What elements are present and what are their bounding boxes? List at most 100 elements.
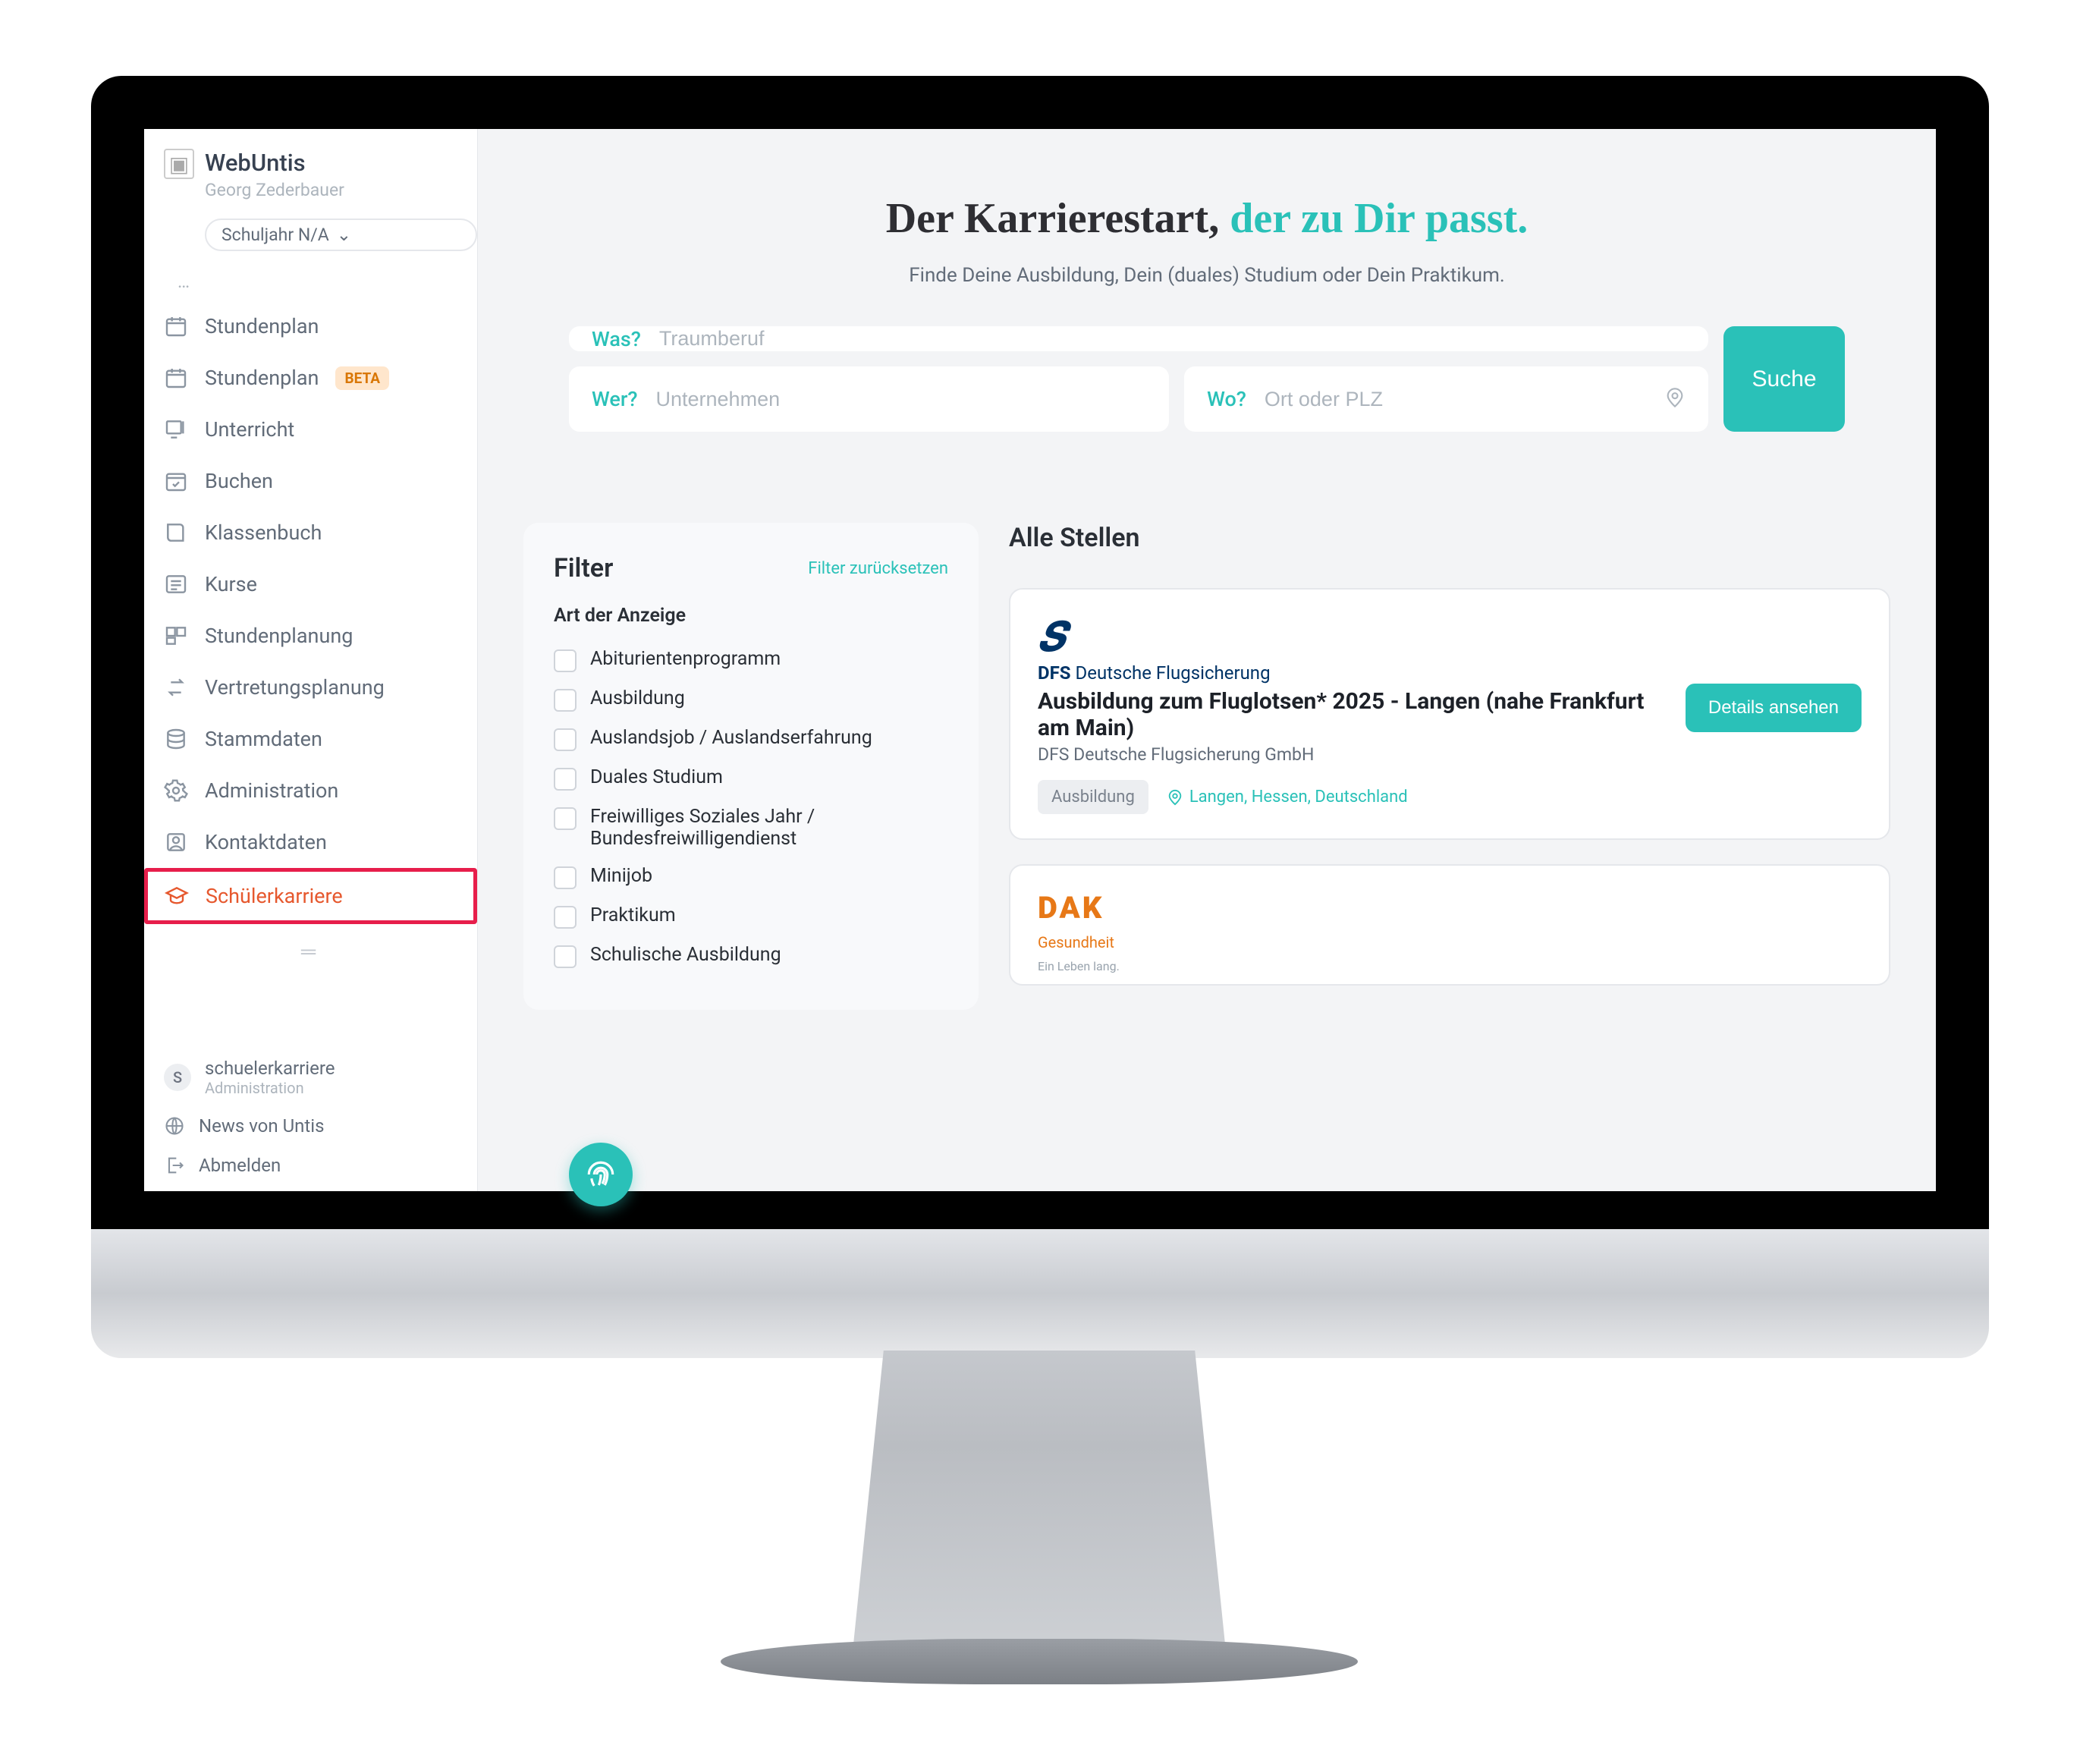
- filter-option-5[interactable]: Minijob: [554, 857, 948, 897]
- checkbox-icon[interactable]: [554, 906, 577, 929]
- planning-icon: [164, 624, 188, 648]
- fingerprint-icon: [585, 1159, 617, 1190]
- sidebar-item-kurse[interactable]: Kurse: [144, 558, 477, 610]
- sidebar-collapse-icon[interactable]: ═: [144, 924, 477, 979]
- beta-badge: BETA: [335, 366, 389, 390]
- checkbox-icon[interactable]: [554, 689, 577, 712]
- company-logo-dak: DAK Gesundheit Ein Leben lang.: [1038, 890, 1862, 973]
- job-card-1[interactable]: DAK Gesundheit Ein Leben lang.: [1009, 864, 1890, 986]
- field-wo[interactable]: Wo?: [1184, 366, 1708, 432]
- sidebar-item-administration[interactable]: Administration: [144, 765, 477, 816]
- nav-label: Kurse: [205, 572, 257, 596]
- app-title: WebUntis: [205, 149, 344, 177]
- app-root: ▣ WebUntis Georg Zederbauer Schuljahr N/…: [144, 129, 1936, 1191]
- graduation-cap-icon: [165, 884, 189, 908]
- contact-icon: [164, 830, 188, 854]
- checkbox-icon[interactable]: [554, 945, 577, 968]
- job-meta: Ausbildung Langen, Hessen, Deutschland: [1038, 780, 1862, 814]
- nav-label: Schülerkarriere: [206, 884, 343, 908]
- hero: Der Karrierestart, der zu Dir passt. Fin…: [478, 129, 1936, 485]
- company-logo-dfs: 𝑺: [1038, 614, 1862, 661]
- filter-panel: Filter Filter zurücksetzen Art der Anzei…: [523, 523, 979, 1010]
- chevron-down-icon: ⌄: [337, 225, 351, 245]
- footer-logout[interactable]: Abmelden: [144, 1146, 477, 1185]
- checkbox-icon[interactable]: [554, 649, 577, 672]
- sidebar-item-unterricht[interactable]: Unterricht: [144, 404, 477, 455]
- company-logo-caption: DFS Deutsche Flugsicherung: [1038, 662, 1862, 684]
- footer-news-label: News von Untis: [199, 1115, 324, 1137]
- list-icon: [164, 572, 188, 596]
- sidebar-item-stundenplanung[interactable]: Stundenplanung: [144, 610, 477, 662]
- filter-option-3[interactable]: Duales Studium: [554, 759, 948, 798]
- nav-list: … Stundenplan Stundenplan BETA: [144, 263, 477, 924]
- logo-placeholder-icon: ▣: [164, 149, 194, 179]
- checkbox-icon[interactable]: [554, 768, 577, 791]
- field-wo-label: Wo?: [1207, 387, 1246, 411]
- footer-logout-label: Abmelden: [199, 1155, 281, 1176]
- filter-option-7[interactable]: Schulische Ausbildung: [554, 936, 948, 976]
- results-heading: Alle Stellen: [1009, 523, 1890, 553]
- job-title: Ausbildung zum Fluglotsen* 2025 - Langen…: [1038, 688, 1663, 741]
- filter-option-2[interactable]: Auslandsjob / Auslandserfahrung: [554, 719, 948, 759]
- search-wer-input[interactable]: [655, 387, 1147, 412]
- sidebar-item-vertretungsplanung[interactable]: Vertretungsplanung: [144, 662, 477, 713]
- nav-item-truncated: …: [144, 263, 477, 300]
- sidebar-item-stundenplan[interactable]: Stundenplan: [144, 300, 477, 352]
- filter-option-1[interactable]: Ausbildung: [554, 680, 948, 719]
- sidebar-item-kontaktdaten[interactable]: Kontaktdaten: [144, 816, 477, 868]
- footer-user[interactable]: S schuelerkarriere Administration: [144, 1049, 477, 1106]
- sidebar: ▣ WebUntis Georg Zederbauer Schuljahr N/…: [144, 129, 478, 1191]
- search-was-input[interactable]: [658, 326, 1686, 351]
- sidebar-footer: S schuelerkarriere Administration News v…: [144, 1039, 477, 1191]
- hero-heading: Der Karrierestart, der zu Dir passt.: [569, 194, 1845, 243]
- logout-icon: [164, 1155, 185, 1176]
- search-wo-input[interactable]: [1263, 387, 1648, 412]
- job-company: DFS Deutsche Flugsicherung GmbH: [1038, 744, 1663, 765]
- school-year-selector[interactable]: Schuljahr N/A ⌄: [205, 219, 477, 251]
- checkbox-icon[interactable]: [554, 866, 577, 889]
- job-location: Langen, Hessen, Deutschland: [1167, 788, 1408, 807]
- nav-label: Stammdaten: [205, 727, 322, 751]
- calendar-icon: [164, 366, 188, 390]
- lower-section: Filter Filter zurücksetzen Art der Anzei…: [478, 485, 1936, 1048]
- calendar-icon: [164, 314, 188, 338]
- sidebar-item-klassenbuch[interactable]: Klassenbuch: [144, 507, 477, 558]
- search-bar: Was? Wer? Wo?: [569, 326, 1845, 432]
- checkbox-icon[interactable]: [554, 807, 577, 830]
- main-content: Der Karrierestart, der zu Dir passt. Fin…: [478, 129, 1936, 1191]
- nav-label: Administration: [205, 778, 338, 803]
- location-pin-icon: [1167, 789, 1183, 806]
- field-was[interactable]: Was?: [569, 326, 1708, 351]
- book-icon: [164, 520, 188, 545]
- field-wer[interactable]: Wer?: [569, 366, 1169, 432]
- filter-reset-link[interactable]: Filter zurücksetzen: [808, 559, 948, 578]
- filter-option-4[interactable]: Freiwilliges Soziales Jahr / Bundesfreiw…: [554, 798, 948, 857]
- sidebar-item-schuelerkarriere[interactable]: Schülerkarriere: [144, 868, 477, 924]
- app-subtitle: Georg Zederbauer: [205, 180, 344, 200]
- footer-user-role: Administration: [205, 1079, 335, 1097]
- job-card-0[interactable]: 𝑺 DFS Deutsche Flugsicherung Ausbildung …: [1009, 588, 1890, 840]
- calendar-check-icon: [164, 469, 188, 493]
- field-was-label: Was?: [592, 327, 641, 351]
- checkbox-icon[interactable]: [554, 728, 577, 751]
- nav-label: Buchen: [205, 469, 273, 493]
- sidebar-item-stammdaten[interactable]: Stammdaten: [144, 713, 477, 765]
- nav-label: Klassenbuch: [205, 520, 322, 545]
- location-pin-icon[interactable]: [1664, 387, 1686, 411]
- search-button[interactable]: Suche: [1723, 326, 1845, 432]
- filter-option-0[interactable]: Abiturientenprogramm: [554, 640, 948, 680]
- details-button[interactable]: Details ansehen: [1686, 684, 1862, 732]
- footer-news[interactable]: News von Untis: [144, 1106, 477, 1146]
- filter-section-heading: Art der Anzeige: [554, 605, 948, 627]
- job-type-chip: Ausbildung: [1038, 780, 1148, 814]
- school-year-label: Schuljahr N/A: [222, 225, 329, 245]
- globe-icon: [164, 1115, 185, 1137]
- filter-title: Filter: [554, 553, 613, 583]
- filter-option-6[interactable]: Praktikum: [554, 897, 948, 936]
- sidebar-item-stundenplan-beta[interactable]: Stundenplan BETA: [144, 352, 477, 404]
- sidebar-item-buchen[interactable]: Buchen: [144, 455, 477, 507]
- nav-label: Unterricht: [205, 417, 294, 442]
- avatar: S: [164, 1064, 191, 1091]
- nav-label: Stundenplan: [205, 366, 319, 390]
- nav-label: Stundenplan: [205, 314, 319, 338]
